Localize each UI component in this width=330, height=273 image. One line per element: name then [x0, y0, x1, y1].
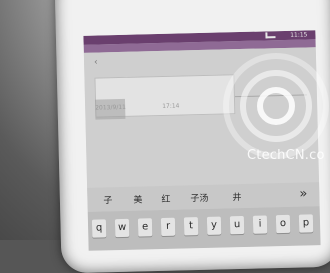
watermark-text: CtechCN.co — [247, 148, 325, 163]
signal-icon — [265, 32, 276, 39]
key-q[interactable]: q — [91, 219, 107, 238]
candidate-3[interactable]: 红 — [161, 192, 170, 205]
more-candidates-button[interactable]: » — [299, 186, 307, 201]
key-r[interactable]: r — [160, 217, 176, 237]
status-time: 11:15 — [290, 31, 308, 39]
candidate-4[interactable]: 子汤 — [190, 191, 208, 204]
key-p[interactable]: p — [298, 214, 314, 233]
key-y[interactable]: y — [206, 216, 222, 235]
key-o[interactable]: o — [275, 214, 291, 234]
keyboard: q w e r t y u i o p — [87, 206, 321, 251]
candidate-2[interactable]: 美 — [133, 192, 142, 205]
key-t[interactable]: t — [183, 217, 199, 236]
candidate-1[interactable]: 子 — [103, 193, 112, 206]
note-time: 17:14 — [162, 102, 180, 110]
key-i[interactable]: i — [252, 215, 268, 234]
key-u[interactable]: u — [229, 215, 245, 235]
key-w[interactable]: w — [114, 218, 130, 238]
note-date: 2013/9/11 — [95, 103, 127, 112]
candidate-5[interactable]: 井 — [232, 190, 241, 203]
back-button[interactable]: ‹ — [94, 58, 98, 68]
key-e[interactable]: e — [137, 218, 153, 237]
